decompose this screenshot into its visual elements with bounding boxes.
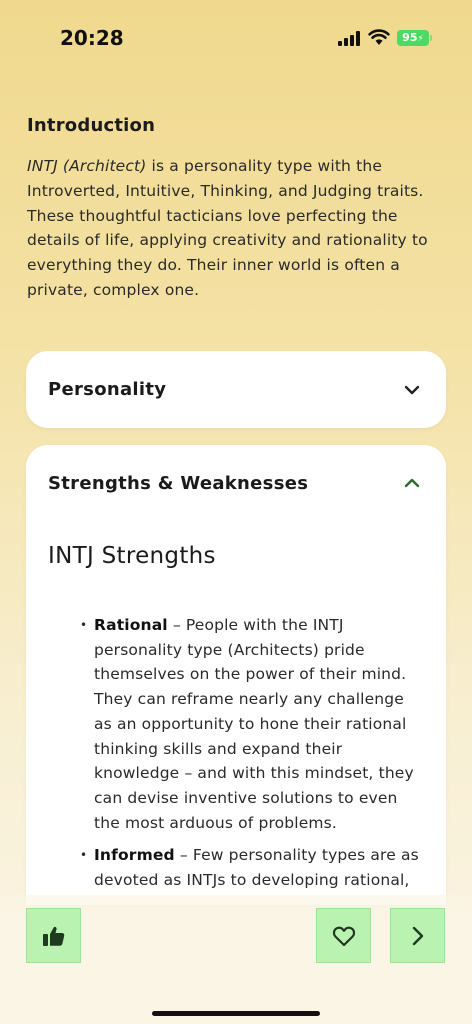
strength-text: – People with the INTJ personality type … <box>94 616 414 832</box>
intro-type-name: INTJ (Architect) <box>27 157 147 175</box>
chevron-up-icon <box>404 478 420 488</box>
status-time: 20:28 <box>60 26 124 50</box>
battery-level: 95 <box>402 31 418 44</box>
intro-heading: Introduction <box>27 115 156 136</box>
strengths-weaknesses-accordion[interactable]: Strengths & Weaknesses INTJ Strengths Ra… <box>26 445 446 905</box>
cellular-signal-icon <box>338 31 362 46</box>
battery-icon: 95⚡ <box>397 30 432 46</box>
list-item: Informed – Few personality types are as … <box>78 843 426 892</box>
like-button[interactable] <box>26 908 81 963</box>
personality-title: Personality <box>48 379 167 400</box>
personality-accordion[interactable]: Personality <box>26 351 446 428</box>
strength-term: Informed <box>94 846 175 865</box>
strength-term: Rational <box>94 616 168 634</box>
heart-icon <box>332 926 355 946</box>
strengths-list: Rational – People with the INTJ personal… <box>78 613 426 901</box>
home-indicator[interactable] <box>152 1011 320 1016</box>
intro-body: is a personality type with the Introvert… <box>27 157 428 299</box>
list-item: Rational – People with the INTJ personal… <box>78 613 426 835</box>
thumbs-up-icon <box>42 926 64 946</box>
chevron-down-icon <box>404 385 420 395</box>
wifi-icon <box>368 29 390 45</box>
favorite-button[interactable] <box>316 908 371 963</box>
status-bar: 20:28 95⚡ <box>0 0 472 60</box>
chevron-right-icon <box>412 926 423 945</box>
strengths-weaknesses-title: Strengths & Weaknesses <box>48 473 309 494</box>
introduction-section: Introduction INTJ (Architect) is a perso… <box>27 115 447 303</box>
next-button[interactable] <box>390 908 445 963</box>
intro-text: INTJ (Architect) is a personality type w… <box>27 154 447 303</box>
strengths-heading: INTJ Strengths <box>48 543 216 569</box>
